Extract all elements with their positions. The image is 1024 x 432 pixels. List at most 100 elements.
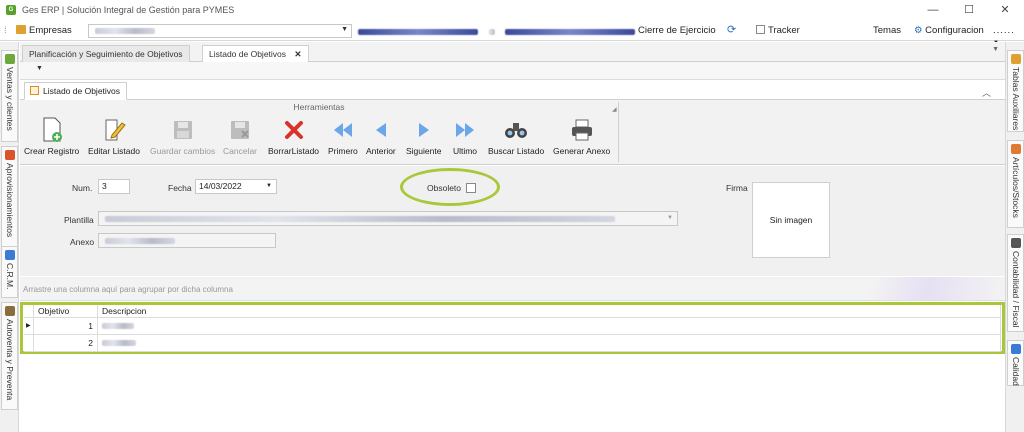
button-label: Crear Registro bbox=[24, 146, 80, 156]
close-window-button[interactable]: ✕ bbox=[992, 2, 1018, 18]
rail-label: Contabilidad / Fiscal bbox=[1011, 251, 1021, 328]
column-header-objetivo[interactable]: Objetivo bbox=[34, 305, 98, 318]
anexo-field[interactable] bbox=[98, 233, 276, 248]
rail-label: Artículos/Stocks bbox=[1011, 157, 1021, 218]
more-label: ...... bbox=[993, 25, 1015, 36]
obsoleto-label: Obsoleto bbox=[427, 183, 462, 193]
plantilla-label: Plantilla bbox=[64, 215, 94, 225]
siguiente-button[interactable]: Siguiente bbox=[406, 117, 441, 163]
table-row-descripcion[interactable] bbox=[98, 335, 1001, 352]
tab-planificacion[interactable]: Planificación y Seguimiento de Objetivos bbox=[22, 45, 190, 62]
empresas-menu[interactable]: Empresas bbox=[16, 25, 72, 36]
generar-anexo-button[interactable]: Generar Anexo bbox=[553, 117, 610, 163]
firma-image[interactable]: Sin imagen bbox=[752, 182, 830, 258]
binoculars-icon bbox=[503, 117, 529, 143]
rail-tab-contabilidad[interactable]: Contabilidad / Fiscal bbox=[1007, 234, 1024, 332]
objectives-grid: Objetivo Descripcion ▶ 1 2 bbox=[20, 301, 1005, 432]
session-info-blurred bbox=[358, 27, 636, 38]
rail-label: Aprovisionamientos bbox=[5, 163, 15, 238]
collapse-ribbon-icon[interactable]: ︿ bbox=[982, 86, 991, 99]
rail-label: C.R.M. bbox=[5, 263, 15, 290]
table-row-objetivo[interactable]: 2 bbox=[34, 335, 98, 352]
button-label: Generar Anexo bbox=[553, 146, 611, 156]
rail-tab-aprovisionamientos[interactable]: Aprovisionamientos bbox=[1, 146, 18, 260]
previous-icon bbox=[368, 117, 394, 143]
editar-listado-button[interactable]: Editar Listado bbox=[88, 117, 140, 163]
grip-icon: ⁞ bbox=[4, 25, 7, 36]
rail-tab-crm[interactable]: C.R.M. bbox=[1, 246, 18, 298]
tabs-dropdown-icon[interactable]: ▼ bbox=[992, 46, 999, 53]
rail-label: Calidad bbox=[1011, 357, 1021, 386]
tracker-menu[interactable]: Tracker bbox=[756, 25, 800, 36]
crm-icon bbox=[5, 250, 15, 260]
right-module-rail: Tablas Auxiliares Artículos/Stocks Conta… bbox=[1005, 42, 1024, 432]
cancelar-button[interactable]: Cancelar bbox=[223, 117, 257, 163]
primero-button[interactable]: Primero bbox=[328, 117, 358, 163]
minimize-button[interactable]: — bbox=[920, 2, 946, 18]
rail-label: Ventas y clientes bbox=[5, 67, 15, 131]
firma-label: Firma bbox=[726, 183, 748, 193]
cierre-ejercicio-menu[interactable]: Cierre de Ejercicio bbox=[638, 25, 716, 36]
last-icon bbox=[452, 117, 478, 143]
group-by-panel[interactable]: Arrastre una columna aquí para agrupar p… bbox=[20, 277, 1005, 301]
accounting-icon bbox=[1011, 238, 1021, 248]
current-row-indicator-icon: ▶ bbox=[24, 318, 34, 335]
close-tab-icon[interactable]: ✕ bbox=[294, 49, 301, 59]
fecha-date-picker[interactable]: 14/03/2022 ▼ bbox=[195, 179, 277, 194]
erp-logo-icon: G bbox=[6, 5, 16, 15]
printer-icon bbox=[569, 117, 595, 143]
button-label: Cancelar bbox=[223, 146, 258, 156]
num-field[interactable]: 3 bbox=[98, 179, 130, 194]
cancel-save-icon bbox=[227, 117, 253, 143]
guardar-cambios-button[interactable]: Guardar cambios bbox=[150, 117, 215, 163]
obsoleto-checkbox[interactable] bbox=[466, 183, 476, 193]
rail-tab-calidad[interactable]: Calidad bbox=[1007, 340, 1024, 386]
maximize-button[interactable]: ☐ bbox=[956, 2, 982, 18]
temas-menu[interactable]: Temas bbox=[873, 25, 901, 36]
crear-registro-button[interactable]: Crear Registro bbox=[24, 117, 79, 163]
tab-listado-objetivos[interactable]: Listado de Objetivos ✕ bbox=[202, 45, 309, 62]
button-label: Anterior bbox=[366, 146, 396, 156]
rail-tab-autoventa[interactable]: Autoventa y Preventa bbox=[1, 302, 18, 410]
buscar-listado-button[interactable]: Buscar Listado bbox=[488, 117, 544, 163]
table-row-descripcion[interactable] bbox=[98, 318, 1001, 335]
inner-tab-label: Listado de Objetivos bbox=[43, 86, 121, 96]
button-label: Guardar cambios bbox=[150, 146, 216, 156]
plantilla-select[interactable]: ▼ bbox=[98, 211, 678, 226]
descripcion-blurred bbox=[102, 323, 134, 329]
tab-inner-listado[interactable]: Listado de Objetivos bbox=[24, 82, 128, 100]
quick-access-dropdown-icon[interactable]: ▼ bbox=[36, 65, 43, 72]
anexo-value-blurred bbox=[105, 238, 175, 244]
borrar-listado-button[interactable]: BorrarListado bbox=[268, 117, 319, 163]
rail-tab-articulos[interactable]: Artículos/Stocks bbox=[1007, 140, 1024, 228]
company-select[interactable]: ▼ bbox=[88, 24, 352, 38]
menu-bar: ⁞ Empresas ▼ Cierre de Ejercicio ⟳ Track… bbox=[0, 21, 1024, 46]
rail-tab-ventas[interactable]: Ventas y clientes bbox=[1, 50, 18, 142]
column-header-descripcion[interactable]: Descripcion bbox=[98, 305, 1001, 318]
company-name-blurred bbox=[95, 28, 155, 34]
document-tabs: Planificación y Seguimiento de Objetivos… bbox=[20, 42, 1005, 62]
ribbon-separator bbox=[618, 102, 619, 162]
num-label: Num. bbox=[72, 183, 93, 193]
group-launcher-icon[interactable]: ◢ bbox=[612, 106, 617, 113]
tracker-label: Tracker bbox=[768, 25, 800, 36]
group-by-hint: Arrastre una columna aquí para agrupar p… bbox=[23, 285, 233, 294]
next-icon bbox=[411, 117, 437, 143]
list-icon bbox=[30, 86, 39, 95]
tab-label: Listado de Objetivos bbox=[209, 49, 287, 59]
rail-tab-tablas[interactable]: Tablas Auxiliares bbox=[1007, 50, 1024, 132]
building-icon bbox=[16, 25, 26, 34]
row-indicator-header bbox=[24, 305, 34, 318]
configuracion-label: Configuracion bbox=[925, 25, 984, 36]
refresh-icon[interactable]: ⟳ bbox=[727, 23, 736, 36]
anterior-button[interactable]: Anterior bbox=[366, 117, 396, 163]
configuracion-menu[interactable]: ⚙ Configuracion bbox=[914, 25, 984, 36]
table-icon bbox=[1011, 54, 1021, 64]
table-row-objetivo[interactable]: 1 bbox=[34, 318, 98, 335]
new-document-icon bbox=[39, 117, 65, 143]
ultimo-button[interactable]: Ultimo bbox=[452, 117, 478, 163]
plantilla-value-blurred bbox=[105, 216, 615, 222]
fecha-value: 14/03/2022 bbox=[199, 181, 242, 191]
rail-label: Autoventa y Preventa bbox=[5, 319, 15, 401]
quick-access-strip: ▼ bbox=[20, 62, 1005, 80]
